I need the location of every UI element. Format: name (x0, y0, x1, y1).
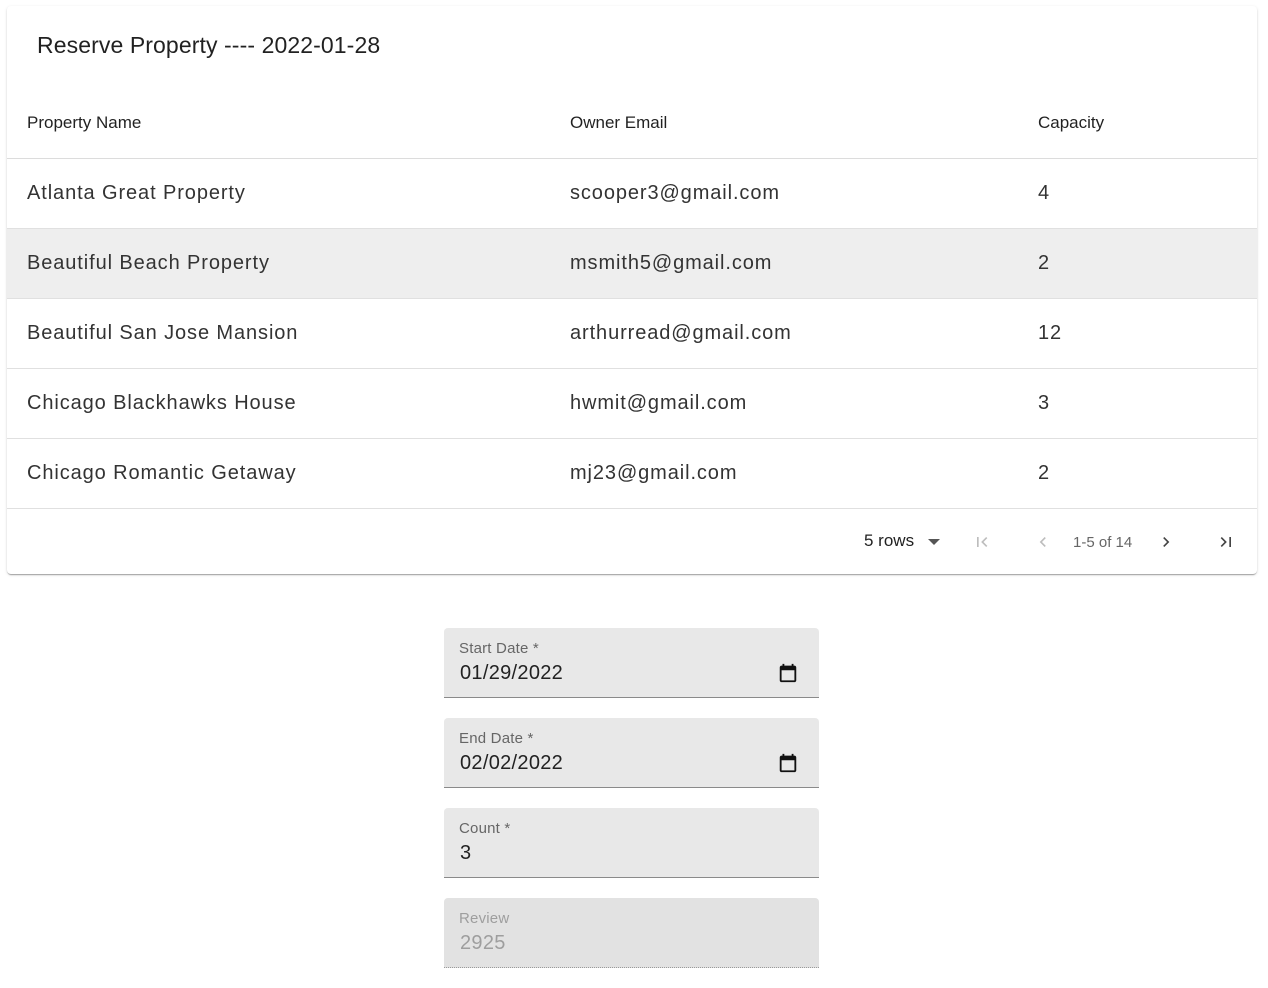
previous-page-icon[interactable] (1030, 529, 1056, 555)
table-row[interactable]: Atlanta Great Property scooper3@gmail.co… (7, 158, 1257, 229)
table-header-row: Property Name Owner Email Capacity (7, 86, 1257, 159)
cell-owner-email: scooper3@gmail.com (550, 158, 1018, 229)
count-field[interactable]: Count * 3 (444, 808, 819, 878)
page-range-label: 1-5 of 14 (1073, 533, 1133, 551)
count-input[interactable]: 3 (460, 842, 471, 865)
property-table: Property Name Owner Email Capacity Atlan… (7, 86, 1257, 509)
column-header-owner-email[interactable]: Owner Email (550, 86, 1018, 159)
start-date-input[interactable]: 01/29/2022 (460, 662, 563, 685)
count-label: Count * (459, 820, 511, 837)
rows-per-page-select[interactable]: 5 rows (864, 530, 941, 551)
cell-owner-email: arthurread@gmail.com (550, 298, 1018, 369)
reservation-form: Start Date * 01/29/2022 End Date * 02/02… (444, 628, 819, 988)
review-field: Review 2925 (444, 898, 819, 968)
cell-property-name: Beautiful San Jose Mansion (7, 298, 550, 369)
cell-property-name: Beautiful Beach Property (7, 228, 550, 299)
cell-owner-email: hwmit@gmail.com (550, 368, 1018, 439)
calendar-icon[interactable] (777, 662, 799, 689)
page-title: Reserve Property ---- 2022-01-28 (37, 32, 381, 58)
cell-capacity: 3 (1018, 368, 1257, 439)
cell-owner-email: mj23@gmail.com (550, 438, 1018, 509)
column-header-capacity[interactable]: Capacity (1018, 86, 1257, 159)
dropdown-arrow-icon (928, 539, 941, 545)
end-date-input[interactable]: 02/02/2022 (460, 752, 563, 775)
column-header-property-name[interactable]: Property Name (7, 86, 550, 159)
table-row[interactable]: Chicago Romantic Getaway mj23@gmail.com … (7, 438, 1257, 509)
calendar-icon[interactable] (777, 752, 799, 779)
table-row[interactable]: Beautiful Beach Property msmith5@gmail.c… (7, 228, 1257, 299)
start-date-label: Start Date * (459, 640, 539, 657)
table-row[interactable]: Chicago Blackhawks House hwmit@gmail.com… (7, 368, 1257, 439)
rows-per-page-value: 5 rows (864, 530, 915, 550)
end-date-label: End Date * (459, 730, 534, 747)
cell-property-name: Chicago Romantic Getaway (7, 438, 550, 509)
table-toolbar: Reserve Property ---- 2022-01-28 (7, 6, 1257, 86)
cell-property-name: Atlanta Great Property (7, 158, 550, 229)
cell-property-name: Chicago Blackhawks House (7, 368, 550, 439)
table-row[interactable]: Beautiful San Jose Mansion arthurread@gm… (7, 298, 1257, 369)
cell-capacity: 2 (1018, 438, 1257, 509)
cell-capacity: 4 (1018, 158, 1257, 229)
cell-capacity: 2 (1018, 228, 1257, 299)
cell-owner-email: msmith5@gmail.com (550, 228, 1018, 299)
first-page-icon[interactable] (969, 529, 995, 555)
reserve-property-table-card: Reserve Property ---- 2022-01-28 Propert… (7, 6, 1257, 574)
start-date-field[interactable]: Start Date * 01/29/2022 (444, 628, 819, 698)
next-page-icon[interactable] (1153, 529, 1179, 555)
review-label: Review (459, 910, 510, 927)
table-pagination: 5 rows 1-5 of 14 (7, 509, 1257, 575)
last-page-icon[interactable] (1213, 529, 1239, 555)
review-value: 2925 (460, 932, 506, 954)
cell-capacity: 12 (1018, 298, 1257, 369)
end-date-field[interactable]: End Date * 02/02/2022 (444, 718, 819, 788)
